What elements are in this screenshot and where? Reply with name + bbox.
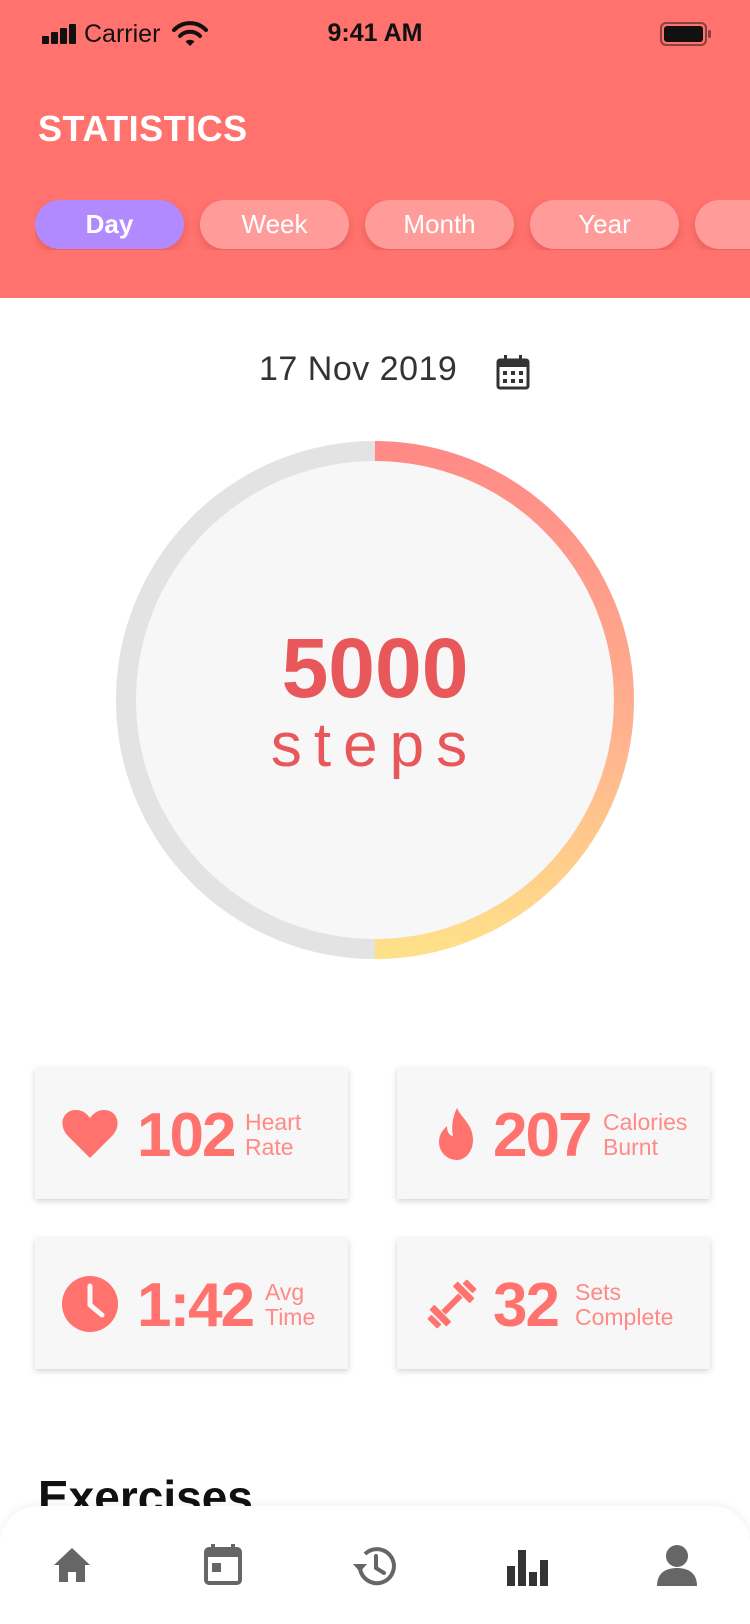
heart-icon (62, 1110, 118, 1158)
period-tabs: Day Week Month Year (35, 200, 750, 250)
stat-label-line2: Burnt (603, 1134, 658, 1160)
stat-label-line1: Avg (265, 1279, 305, 1305)
stat-value: 102 (137, 1101, 236, 1170)
stat-label: Heart Rate (245, 1110, 301, 1160)
stat-label-line1: Heart (245, 1109, 302, 1135)
stat-label-line1: Calories (603, 1109, 688, 1135)
stat-card-heart-rate[interactable]: 102 Heart Rate (35, 1068, 348, 1199)
stat-value: 32 (493, 1271, 560, 1340)
stat-value: 1:42 (137, 1271, 255, 1340)
nav-home[interactable] (42, 1536, 102, 1596)
status-bar: Carrier 9:41 AM (0, 0, 750, 70)
stat-card-sets[interactable]: 32 Sets Complete (397, 1238, 710, 1369)
home-icon (54, 1548, 90, 1582)
steps-unit: steps (270, 711, 480, 780)
stat-value: 207 (493, 1101, 592, 1170)
tab-month[interactable]: Month (365, 200, 514, 249)
date-label: 17 Nov 2019 (259, 350, 458, 388)
stat-label-line2: Complete (575, 1304, 674, 1330)
dumbbell-icon (427, 1279, 477, 1329)
tab-day[interactable]: Day (35, 200, 184, 249)
header: Carrier 9:41 AM STATISTICS Day Week Mont… (0, 0, 750, 298)
nav-calendar[interactable] (193, 1536, 253, 1596)
stat-card-calories[interactable]: 207 Calories Burnt (397, 1068, 710, 1199)
bar-chart-icon (507, 1550, 548, 1586)
bottom-nav (0, 1506, 750, 1624)
page-title: STATISTICS (38, 108, 248, 149)
tab-more[interactable] (695, 200, 750, 249)
stat-label: Sets Complete (575, 1280, 673, 1330)
nav-profile[interactable] (647, 1536, 707, 1596)
calendar-icon (204, 1544, 242, 1585)
status-time: 9:41 AM (327, 19, 423, 47)
date-selector: 17 Nov 2019 (0, 350, 750, 394)
steps-progress-ring: 5000 steps (115, 440, 635, 960)
flame-icon (439, 1108, 473, 1160)
person-icon (657, 1545, 697, 1586)
nav-history[interactable] (345, 1536, 405, 1596)
battery-icon (660, 22, 711, 46)
history-icon (353, 1547, 396, 1586)
stat-label-line1: Sets (575, 1279, 622, 1305)
stat-label: Avg Time (265, 1280, 315, 1330)
steps-count: 5000 (281, 621, 469, 715)
calendar-icon[interactable] (496, 354, 530, 390)
nav-statistics[interactable] (496, 1536, 556, 1596)
stat-label: Calories Burnt (603, 1110, 687, 1160)
stat-label-line2: Time (265, 1304, 316, 1330)
tab-year[interactable]: Year (530, 200, 679, 249)
clock-icon (62, 1276, 118, 1332)
stat-card-avg-time[interactable]: 1:42 Avg Time (35, 1238, 348, 1369)
tab-week[interactable]: Week (200, 200, 349, 249)
stat-label-line2: Rate (245, 1134, 294, 1160)
